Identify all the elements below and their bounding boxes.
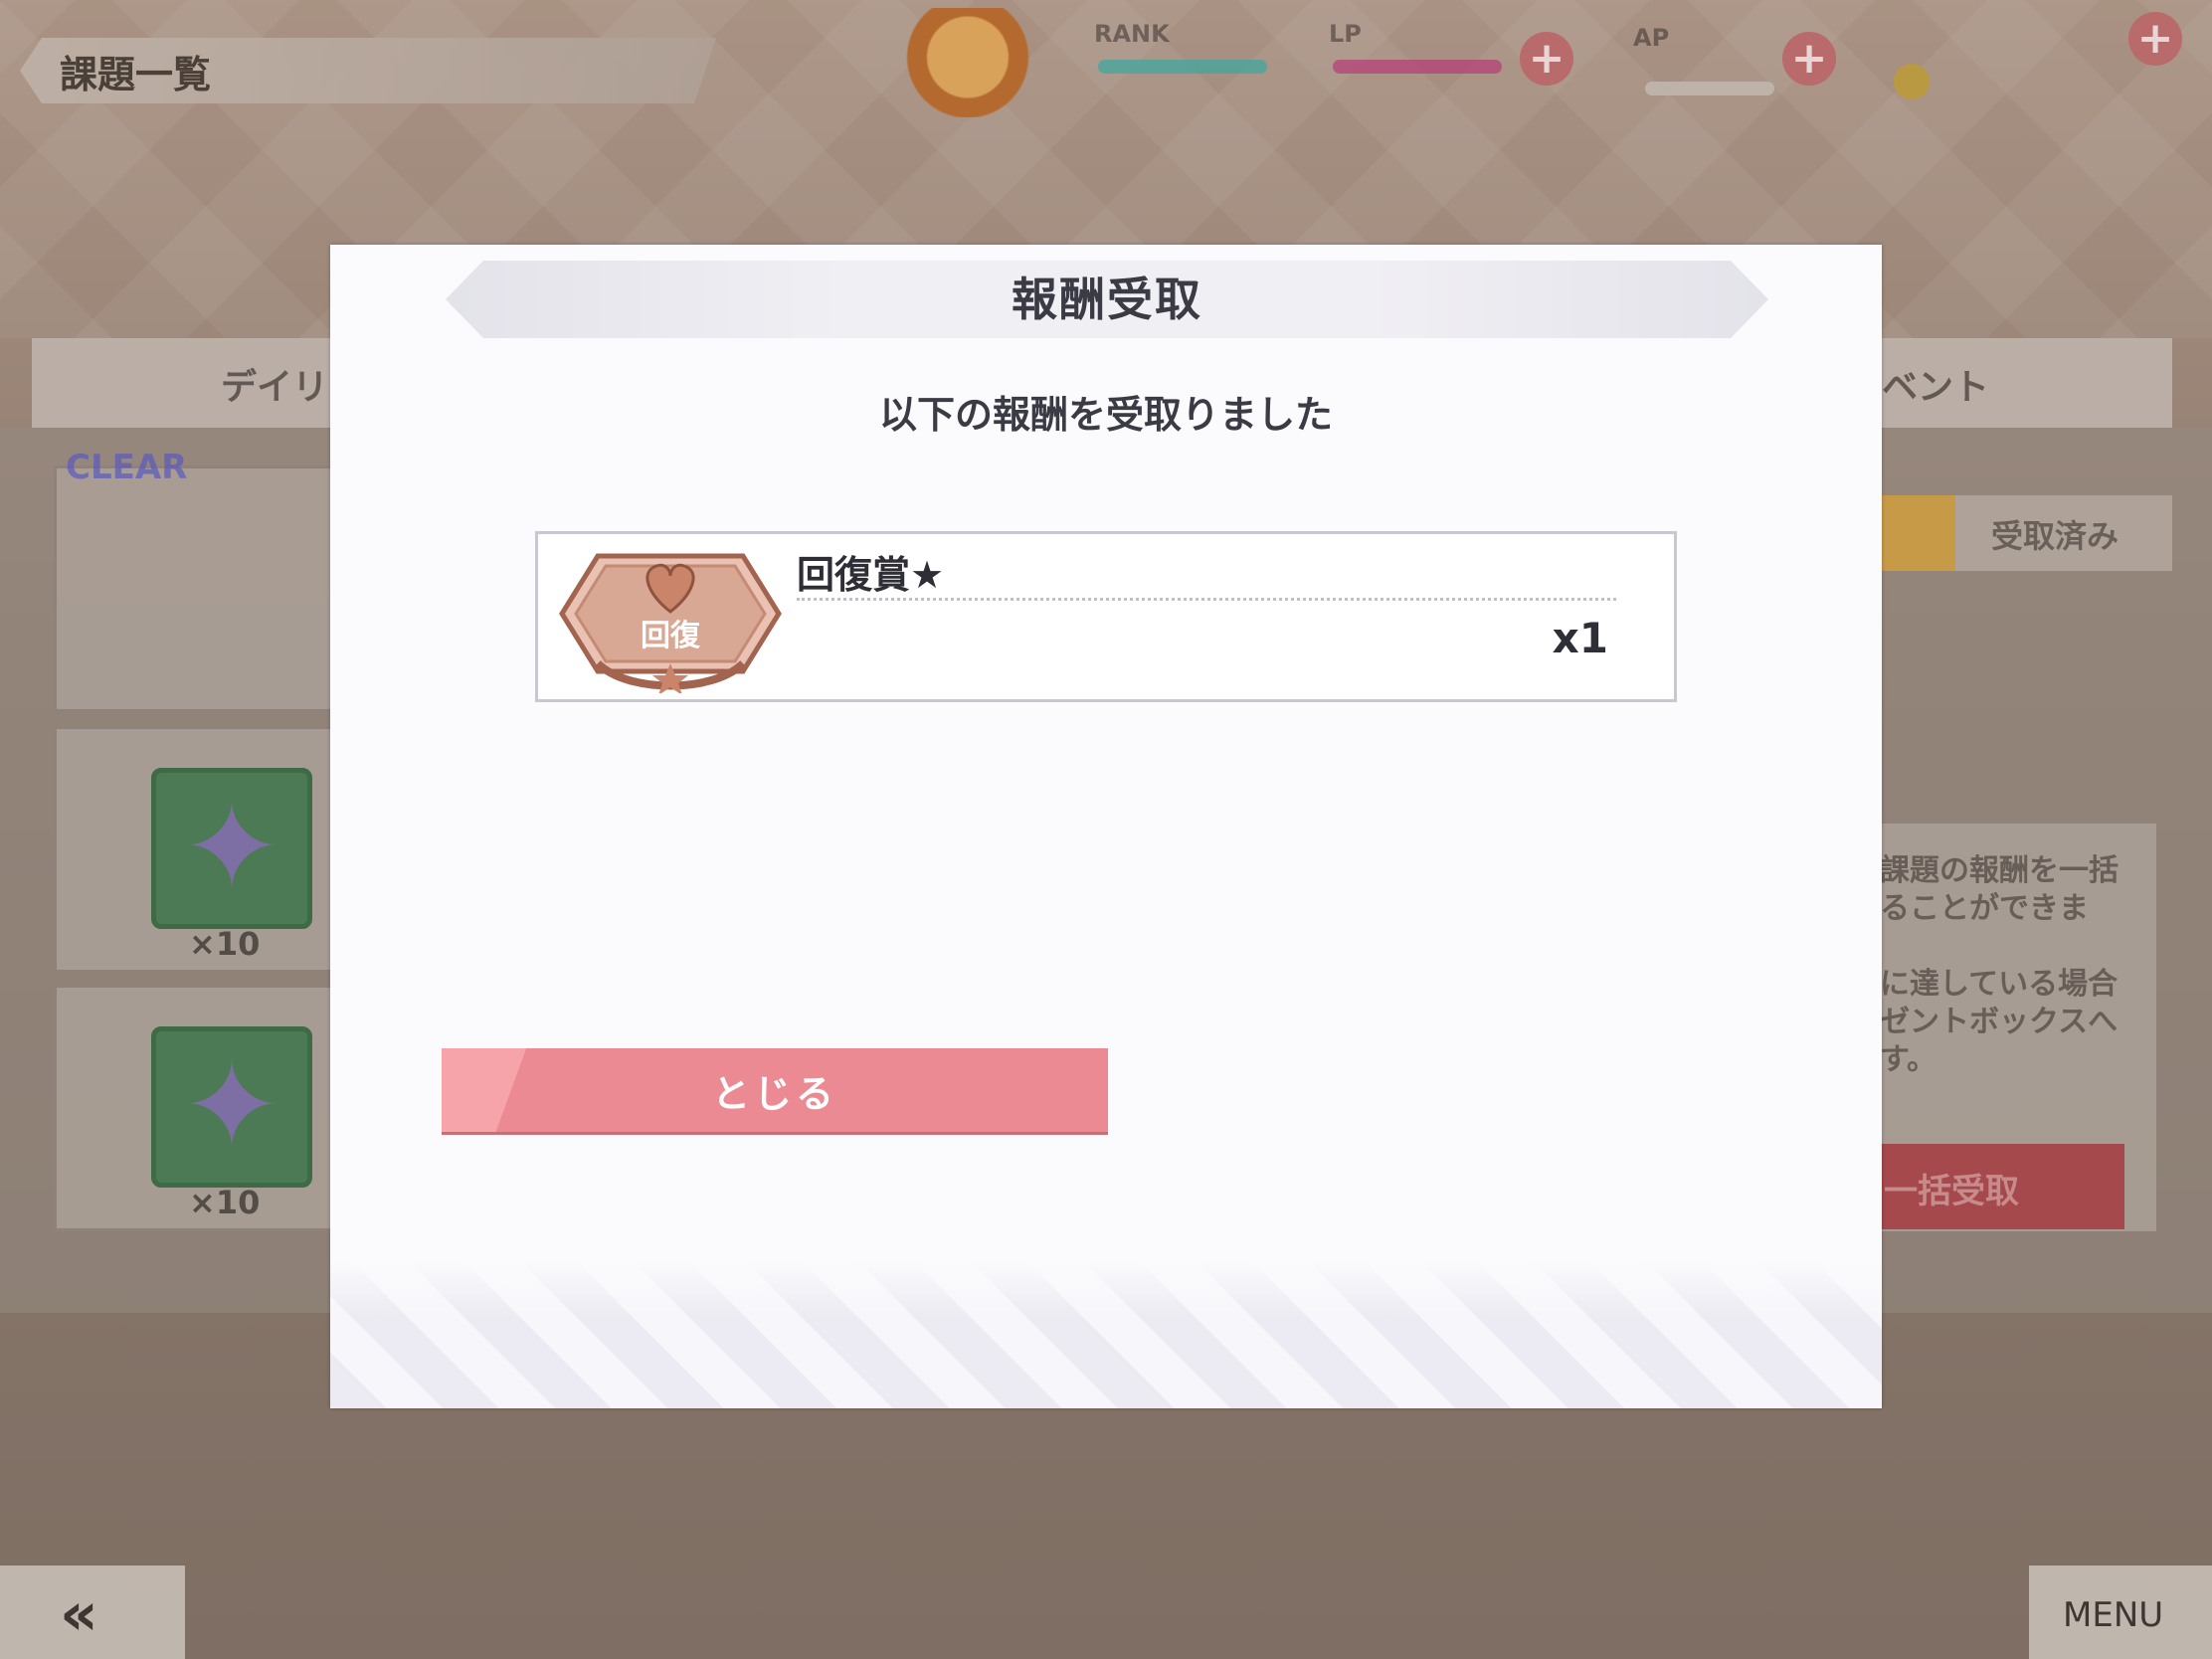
- modal-footer: [330, 1259, 1882, 1408]
- star-gem-icon: [151, 1026, 312, 1188]
- lp-label: LP: [1329, 20, 1362, 48]
- claim-all-label: 一括受取: [1884, 1172, 2019, 1211]
- reward-item: 回復 回復賞★ x1: [535, 531, 1677, 702]
- modal-header: 報酬受取: [446, 261, 1768, 338]
- ap-label: AP: [1633, 24, 1670, 52]
- close-button[interactable]: とじる: [442, 1048, 1108, 1132]
- back-icon: «: [60, 1579, 98, 1649]
- tab-event[interactable]: ベント: [1882, 338, 2172, 428]
- gem-add-button[interactable]: +: [2128, 12, 2182, 66]
- mission-card[interactable]: [54, 465, 348, 712]
- reward-quantity: x1: [1552, 614, 1608, 662]
- medal-label: 回復: [641, 619, 701, 653]
- star-gem-icon: [151, 768, 312, 929]
- tab-event-label: ベント: [1882, 367, 1990, 408]
- modal-message: 以下の報酬を受取りました: [878, 393, 1333, 437]
- clear-tag: CLEAR: [66, 448, 188, 487]
- reward-name: 回復賞★: [797, 553, 945, 597]
- reward-modal: 報酬受取 以下の報酬を受取りました 回復 回復賞★ x1: [330, 245, 1882, 1408]
- ap-add-button[interactable]: +: [1782, 32, 1836, 86]
- ap-bar: [1645, 82, 1774, 95]
- info-text: す。: [1880, 1042, 1936, 1077]
- reward-count: ×10: [189, 1184, 261, 1221]
- coin-icon: [1894, 64, 1930, 99]
- lp-bar: [1333, 60, 1502, 74]
- reward-count: ×10: [189, 925, 261, 963]
- info-text: ることができま: [1880, 891, 2089, 926]
- modal-title: 報酬受取: [1012, 273, 1202, 326]
- screen-title-bar: 課題一覧: [20, 38, 716, 103]
- screen-title: 課題一覧: [60, 52, 212, 96]
- player-avatar[interactable]: [883, 8, 1052, 117]
- reward-divider: [797, 598, 1616, 601]
- heart-medal-icon: 回復: [559, 553, 782, 693]
- menu-button[interactable]: MENU: [2029, 1566, 2212, 1659]
- tab-received[interactable]: 受取済み: [1955, 495, 2172, 571]
- claim-all-button[interactable]: 一括受取: [1880, 1144, 2124, 1229]
- lp-add-button[interactable]: +: [1520, 32, 1573, 86]
- rank-label: RANK: [1094, 20, 1170, 48]
- tab-daily[interactable]: デイリ: [32, 338, 330, 428]
- menu-label: MENU: [2063, 1595, 2164, 1635]
- tab-received-label: 受取済み: [1991, 517, 2120, 555]
- back-button[interactable]: «: [0, 1566, 185, 1659]
- rank-exp-bar: [1098, 60, 1267, 74]
- tab-unclaimed[interactable]: [1880, 495, 1955, 571]
- tab-daily-label: デイリ: [221, 367, 329, 408]
